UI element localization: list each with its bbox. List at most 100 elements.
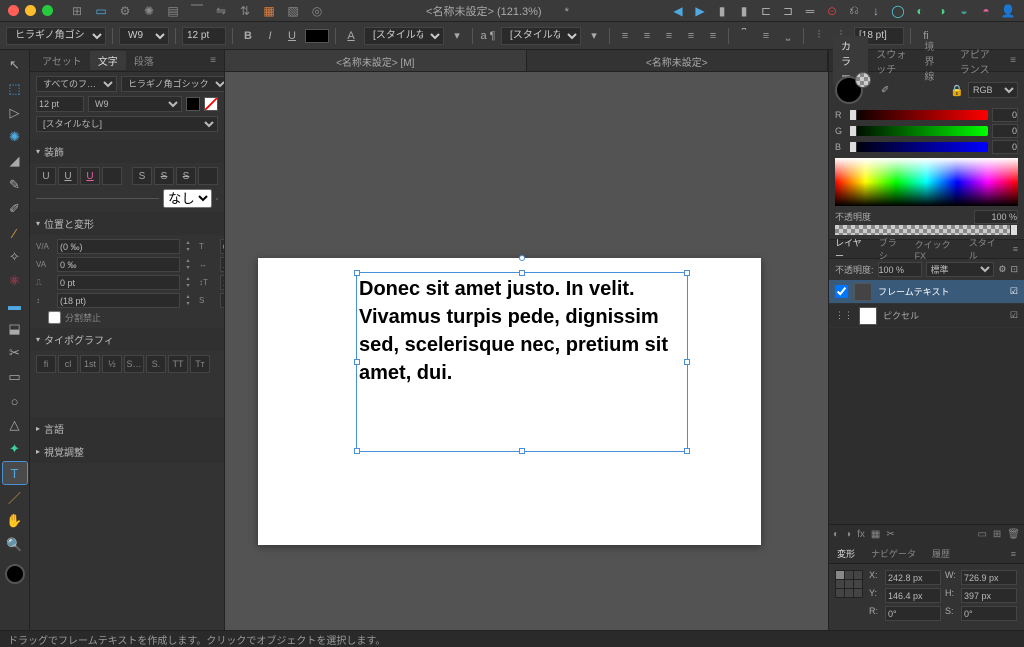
deco-swatch[interactable] — [216, 198, 218, 200]
snap-icon[interactable]: ⊏ — [758, 3, 774, 19]
align-justify-icon[interactable]: ≡ — [682, 27, 700, 45]
stylistic2-button[interactable]: S. — [146, 355, 166, 373]
align-top-icon[interactable]: ⎺ — [189, 3, 205, 19]
handle-ml[interactable] — [354, 359, 360, 365]
blend-icon[interactable]: ▦ — [871, 529, 880, 540]
underline-single-button[interactable]: U — [58, 167, 78, 185]
r-input[interactable] — [885, 606, 941, 621]
strike-color-swatch[interactable] — [198, 167, 218, 185]
anchor-grid[interactable] — [835, 570, 863, 598]
color-menu-icon[interactable]: ≡ — [1006, 55, 1020, 66]
italic-button[interactable]: I — [261, 27, 279, 45]
brush-tool[interactable]: ⁄ — [3, 222, 27, 244]
pencil-tool[interactable]: ／ — [3, 486, 27, 508]
blend-mode-select[interactable]: 標準 — [926, 262, 995, 277]
handle-bl[interactable] — [354, 448, 360, 454]
tracking-input[interactable] — [57, 257, 180, 272]
text-content[interactable]: Donec sit amet justo. In velit. Vivamus … — [357, 273, 687, 389]
doc-tab-2[interactable]: <名称未設定> — [527, 50, 829, 71]
align-left-icon[interactable]: ▤ — [165, 3, 181, 19]
strike-none-button[interactable]: S — [132, 167, 152, 185]
insert-icon[interactable]: ↓ — [868, 3, 884, 19]
opacity-input[interactable] — [974, 210, 1018, 224]
settings-icon[interactable]: ✺ — [141, 3, 157, 19]
fx-icon[interactable]: fx — [857, 529, 865, 540]
visibility-icon[interactable]: ☑ — [1010, 310, 1018, 321]
layers-menu-icon[interactable]: ≡ — [1007, 244, 1024, 254]
text-color-swatch[interactable] — [305, 29, 329, 43]
strike-single-button[interactable]: S — [154, 167, 174, 185]
layer-lock-icon[interactable]: ⊡ — [1010, 264, 1018, 275]
triangle-tool[interactable]: △ — [3, 414, 27, 436]
move-tool[interactable]: ↖ — [3, 54, 27, 76]
add-layer-icon[interactable]: ⊞ — [993, 529, 1001, 540]
handle-tl[interactable] — [354, 270, 360, 276]
opacity-slider[interactable] — [835, 225, 1018, 235]
spray-tool[interactable]: ⚛ — [3, 270, 27, 292]
crop-layer-icon[interactable]: ✂ — [886, 529, 894, 540]
hand-tool[interactable]: ✋ — [3, 510, 27, 532]
crop-tool[interactable]: ✂ — [3, 342, 27, 364]
align-left-icon[interactable]: ≡ — [616, 27, 634, 45]
section-typography[interactable]: タイポグラフィ — [30, 328, 224, 351]
clone-tool[interactable]: ✧ — [3, 246, 27, 268]
handle-bc[interactable] — [519, 448, 525, 454]
panel-size-input[interactable] — [36, 96, 84, 112]
tab-paragraph[interactable]: 段落 — [126, 51, 162, 70]
valign-top-icon[interactable]: ⎴ — [735, 27, 753, 45]
font-collection-select[interactable]: すべてのフ… — [36, 76, 117, 92]
bool-subtract-icon[interactable]: ◐ — [912, 3, 928, 19]
gear-icon[interactable]: ⚙ — [117, 3, 133, 19]
handle-tr[interactable] — [684, 270, 690, 276]
liga-cl-button[interactable]: cl — [58, 355, 78, 373]
color-spectrum[interactable] — [835, 158, 1018, 206]
align-icon-2[interactable]: ▶ — [692, 3, 708, 19]
tab-text[interactable]: 文字 — [90, 51, 126, 70]
tab-quickfx[interactable]: クイックFX — [909, 238, 963, 261]
visibility-icon[interactable]: ☑ — [1010, 286, 1018, 297]
align-right-icon[interactable]: ≡ — [660, 27, 678, 45]
text-frame-selection[interactable]: Donec sit amet justo. In velit. Vivamus … — [356, 272, 688, 452]
layer-gear-icon[interactable]: ⚙ — [998, 264, 1006, 275]
adjustment-icon[interactable]: ◑ — [845, 529, 851, 540]
layer-opacity-input[interactable] — [878, 262, 922, 277]
eyedropper-tool[interactable]: ✐ — [3, 198, 27, 220]
stroke-well[interactable] — [855, 72, 871, 88]
handle-mr[interactable] — [684, 359, 690, 365]
target-icon[interactable]: ◎ — [309, 3, 325, 19]
guides-icon[interactable]: ═ — [802, 3, 818, 19]
tab-history[interactable]: 履歴 — [924, 547, 958, 560]
valign-bottom-icon[interactable]: ⎵ — [779, 27, 797, 45]
text-fill-swatch[interactable] — [186, 97, 200, 111]
align-justify-all-icon[interactable]: ≡ — [704, 27, 722, 45]
bullet-list-icon[interactable]: ⫶ — [810, 27, 828, 45]
baseline-input[interactable] — [57, 275, 180, 290]
eyedropper-icon[interactable]: ✐ — [881, 85, 889, 96]
document-icon[interactable]: ▭ — [93, 3, 109, 19]
marquee-tool[interactable]: ⬚ — [3, 78, 27, 100]
transform-menu-icon[interactable]: ≡ — [1003, 549, 1024, 559]
stack-icon[interactable]: ▧ — [285, 3, 301, 19]
ordinal-button[interactable]: 1st — [80, 355, 100, 373]
bold-button[interactable]: B — [239, 27, 257, 45]
no-break-checkbox[interactable] — [48, 311, 61, 324]
para-clear-icon[interactable]: ▾ — [585, 27, 603, 45]
delete-layer-icon[interactable]: 🗑 — [1007, 529, 1020, 540]
leading-override-input[interactable] — [57, 293, 180, 308]
minimize-icon[interactable] — [25, 5, 36, 16]
bool-divide-icon[interactable]: ◓ — [978, 3, 994, 19]
layer-drag-icon[interactable]: ⋮⋮ — [835, 310, 853, 321]
x-input[interactable] — [885, 570, 941, 585]
section-decoration[interactable]: 装飾 — [30, 140, 224, 163]
blue-slider[interactable] — [849, 142, 988, 152]
underline-color-swatch[interactable] — [102, 167, 122, 185]
canvas[interactable]: Donec sit amet justo. In velit. Vivamus … — [225, 72, 828, 630]
eraser-tool[interactable]: ⬓ — [3, 318, 27, 340]
frame-text-tool[interactable]: T — [3, 462, 27, 484]
rectangle-tool[interactable]: ▭ — [3, 366, 27, 388]
layer-item[interactable]: ⋮⋮ ピクセル ☑ — [829, 304, 1024, 328]
handle-br[interactable] — [684, 448, 690, 454]
green-input[interactable] — [992, 124, 1018, 138]
bool-xor-icon[interactable]: ◒ — [956, 3, 972, 19]
blue-input[interactable] — [992, 140, 1018, 154]
